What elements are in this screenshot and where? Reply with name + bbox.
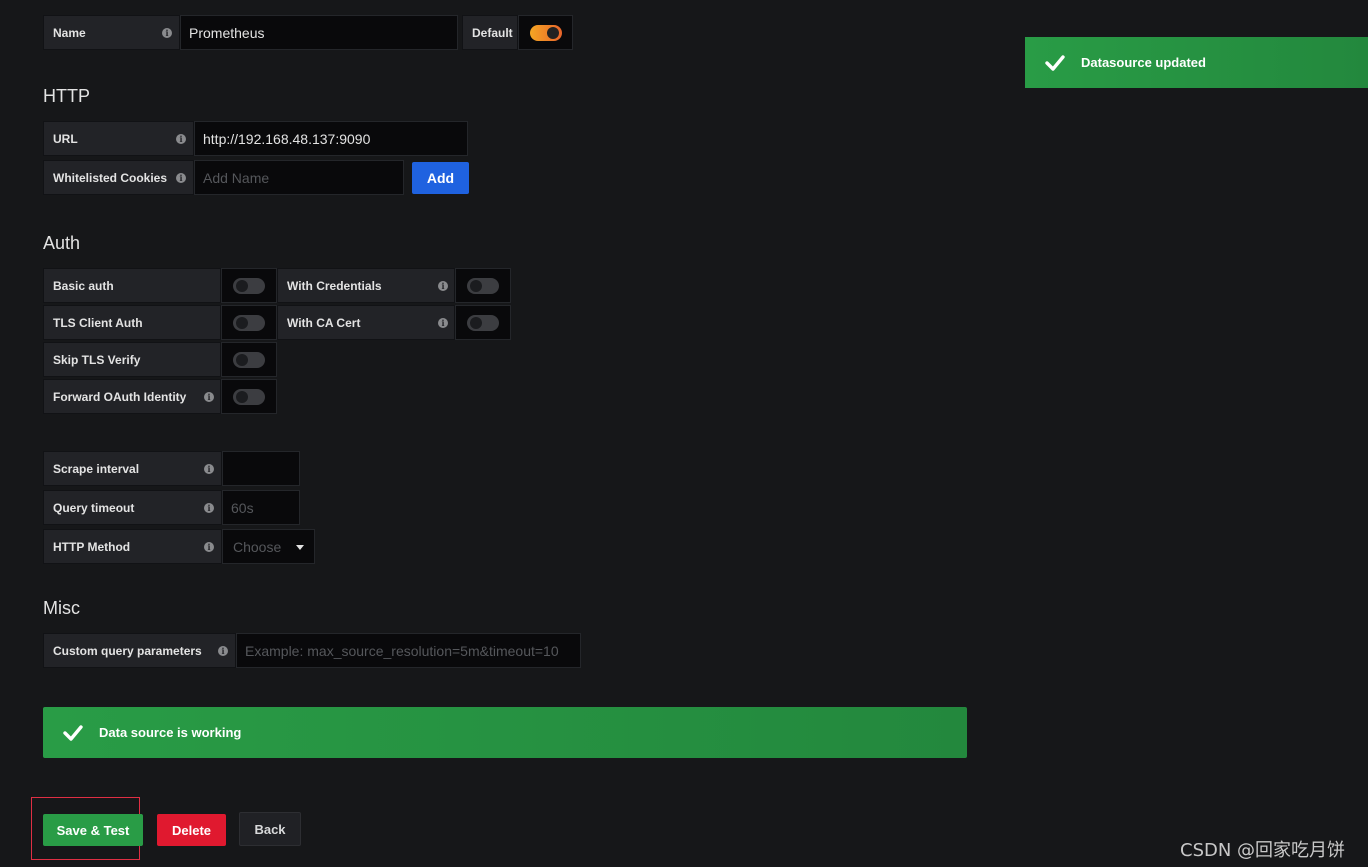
cookies-label-text: Whitelisted Cookies [53,170,168,185]
query-timeout-label: Query timeout i [43,490,222,525]
name-input[interactable]: Prometheus [180,15,458,50]
basic-auth-toggle[interactable] [233,277,265,294]
toggle-knob [470,279,482,292]
basic-auth-label: Basic auth [43,268,221,303]
with-credentials-label: With Credentials i [277,268,455,303]
info-icon[interactable]: i [438,318,448,328]
with-credentials-switch-cell[interactable] [455,268,511,303]
custom-query-input[interactable]: Example: max_source_resolution=5m&timeou… [236,633,581,668]
add-cookie-button[interactable]: Add [412,162,469,194]
url-label-text: URL [53,131,78,146]
toggle-knob [470,316,482,329]
auth-section-title: Auth [43,233,81,253]
with-credentials-toggle[interactable] [467,277,499,294]
scrape-interval-input[interactable] [222,451,300,486]
toggle-knob [236,279,248,292]
http-section-title: HTTP [43,86,90,106]
basic-auth-switch-cell[interactable] [221,268,277,303]
name-label: Name i [43,15,180,50]
data-source-working-alert: Data source is working [43,707,967,758]
toggle-knob [236,390,248,403]
skip-tls-verify-toggle[interactable] [233,351,265,368]
info-icon[interactable]: i [176,173,186,183]
check-icon [63,724,83,741]
tls-client-auth-label: TLS Client Auth [43,305,221,340]
toast-datasource-updated: Datasource updated [1025,37,1368,88]
toggle-knob [236,316,248,329]
check-icon [1045,54,1065,71]
with-ca-cert-switch-cell[interactable] [455,305,511,340]
http-method-value: Choose [233,538,282,555]
with-credentials-text: With Credentials [287,278,382,293]
info-icon[interactable]: i [204,542,214,552]
forward-oauth-text: Forward OAuth Identity [53,389,187,404]
info-icon[interactable]: i [218,646,228,656]
info-icon[interactable]: i [204,503,214,513]
default-toggle[interactable] [529,24,562,41]
forward-oauth-switch-cell[interactable] [221,379,277,414]
with-ca-cert-text: With CA Cert [287,315,361,330]
custom-query-text: Custom query parameters [53,643,202,658]
cookies-input[interactable]: Add Name [194,160,404,195]
http-method-select[interactable]: Choose [222,529,315,564]
skip-tls-verify-switch-cell[interactable] [221,342,277,377]
chevron-down-icon [296,545,304,550]
info-icon[interactable]: i [162,28,172,38]
misc-section-title: Misc [43,598,80,618]
query-timeout-text: Query timeout [53,500,135,515]
cookies-label: Whitelisted Cookies i [43,160,194,195]
with-ca-cert-label: With CA Cert i [277,305,455,340]
toggle-knob [236,353,248,366]
watermark: CSDN @回家吃月饼 [1180,840,1346,861]
url-label: URL i [43,121,194,156]
default-switch-cell[interactable] [518,15,573,50]
scrape-interval-label: Scrape interval i [43,451,222,486]
http-method-label: HTTP Method i [43,529,222,564]
scrape-interval-text: Scrape interval [53,461,140,476]
toast-text: Datasource updated [1081,55,1206,70]
forward-oauth-label: Forward OAuth Identity i [43,379,221,414]
http-method-text: HTTP Method [53,539,131,554]
alert-text: Data source is working [99,725,242,740]
toggle-knob [546,26,559,39]
info-icon[interactable]: i [204,392,214,402]
info-icon[interactable]: i [438,281,448,291]
default-label: Default [462,15,518,50]
query-timeout-input[interactable]: 60s [222,490,300,525]
save-test-button[interactable]: Save & Test [43,814,143,846]
info-icon[interactable]: i [176,134,186,144]
url-input[interactable]: http://192.168.48.137:9090 [194,121,468,156]
custom-query-label: Custom query parameters i [43,633,236,668]
tls-client-auth-switch-cell[interactable] [221,305,277,340]
skip-tls-verify-label: Skip TLS Verify [43,342,221,377]
delete-button[interactable]: Delete [157,814,226,846]
with-ca-cert-toggle[interactable] [467,314,499,331]
info-icon[interactable]: i [204,464,214,474]
back-button[interactable]: Back [239,812,301,846]
forward-oauth-toggle[interactable] [233,388,265,405]
tls-client-auth-toggle[interactable] [233,314,265,331]
name-label-text: Name [53,25,86,40]
